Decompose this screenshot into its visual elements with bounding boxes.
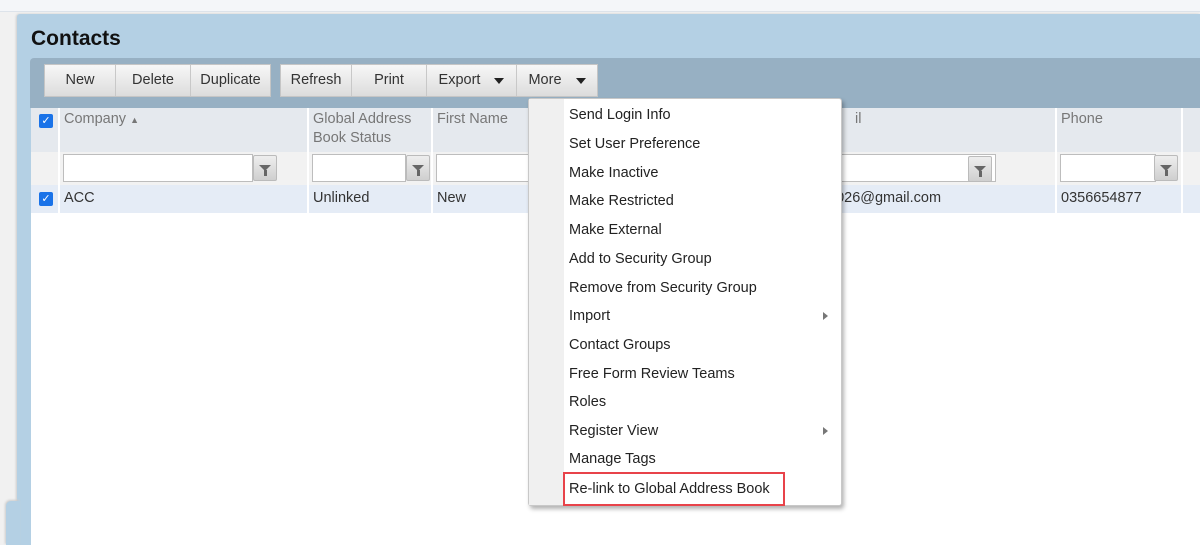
caret-down-icon	[575, 77, 586, 84]
menu-item-register-view[interactable]: Register View	[564, 417, 842, 445]
filter-spacer	[31, 152, 60, 185]
cell-company: ACC	[60, 185, 309, 213]
filter-button[interactable]	[406, 155, 430, 181]
select-all-checkbox[interactable]: ✓	[39, 114, 53, 128]
column-header-phone[interactable]: Phone	[1057, 108, 1183, 152]
select-all-cell: ✓	[31, 108, 60, 152]
duplicate-button[interactable]: Duplicate	[191, 65, 270, 96]
gab-status-filter-input[interactable]	[312, 154, 406, 182]
filter-button[interactable]	[253, 155, 277, 181]
column-header-company[interactable]: Company ▲	[60, 108, 309, 152]
menu-item-send-login-info[interactable]: Send Login Info	[564, 101, 842, 129]
submenu-arrow-icon	[823, 312, 828, 320]
browser-top-bar	[0, 0, 1200, 12]
phone-filter-input[interactable]	[1060, 154, 1156, 182]
new-button[interactable]: New	[45, 65, 116, 96]
refresh-button[interactable]: Refresh	[281, 65, 352, 96]
menu-item-remove-from-security-group[interactable]: Remove from Security Group	[564, 274, 842, 302]
menu-item-label: Register View	[569, 423, 659, 439]
filter-icon	[1160, 165, 1172, 176]
filter-button[interactable]	[1154, 155, 1178, 181]
menu-item-add-to-security-group[interactable]: Add to Security Group	[564, 245, 842, 273]
menu-icon-gutter	[529, 99, 564, 505]
menu-item-manage-tags[interactable]: Manage Tags	[564, 445, 842, 473]
menu-item-relink-global-address-book[interactable]: Re-link to Global Address Book	[563, 472, 785, 506]
menu-item-import[interactable]: Import	[564, 302, 842, 330]
print-button[interactable]: Print	[352, 65, 427, 96]
more-button[interactable]: More	[517, 65, 597, 96]
filter-icon	[974, 166, 986, 177]
filter-button[interactable]	[968, 156, 992, 182]
menu-item-make-restricted[interactable]: Make Restricted	[564, 187, 842, 215]
menu-item-set-user-preference[interactable]: Set User Preference	[564, 130, 842, 158]
side-tab[interactable]	[6, 501, 20, 545]
submenu-arrow-icon	[823, 427, 828, 435]
filter-icon	[412, 165, 424, 176]
cell-email: 0026@gmail.com	[828, 185, 1057, 213]
delete-button[interactable]: Delete	[116, 65, 191, 96]
row-checkbox[interactable]: ✓	[39, 192, 53, 206]
column-header-gab-status[interactable]: Global Address Book Status	[309, 108, 433, 152]
action-button-group: Refresh Print Export More	[280, 64, 598, 97]
cell-phone: 0356654877	[1057, 185, 1183, 213]
menu-item-contact-groups[interactable]: Contact Groups	[564, 331, 842, 359]
export-button[interactable]: Export	[427, 65, 517, 96]
column-label: Company	[64, 111, 127, 127]
filter-company	[60, 152, 309, 185]
caret-down-icon	[494, 77, 505, 84]
more-label: More	[528, 72, 562, 88]
menu-item-roles[interactable]: Roles	[564, 388, 842, 416]
row-select-cell: ✓	[31, 185, 60, 213]
company-filter-input[interactable]	[63, 154, 253, 182]
filter-icon	[259, 165, 271, 176]
edit-button-group: New Delete Duplicate	[44, 64, 271, 97]
sort-asc-icon: ▲	[130, 115, 140, 125]
more-dropdown-menu: Send Login Info Set User Preference Make…	[528, 98, 842, 506]
menu-item-make-inactive[interactable]: Make Inactive	[564, 159, 842, 187]
menu-item-make-external[interactable]: Make External	[564, 216, 842, 244]
export-label: Export	[438, 72, 481, 88]
column-header-email[interactable]: il	[828, 108, 1057, 152]
page-title: Contacts	[31, 27, 121, 50]
filter-gab-status	[309, 152, 433, 185]
menu-item-free-form-review-teams[interactable]: Free Form Review Teams	[564, 360, 842, 388]
menu-item-label: Import	[569, 308, 611, 324]
cell-gab-status: Unlinked	[309, 185, 433, 213]
filter-email	[828, 152, 1057, 185]
filter-phone	[1057, 152, 1183, 185]
